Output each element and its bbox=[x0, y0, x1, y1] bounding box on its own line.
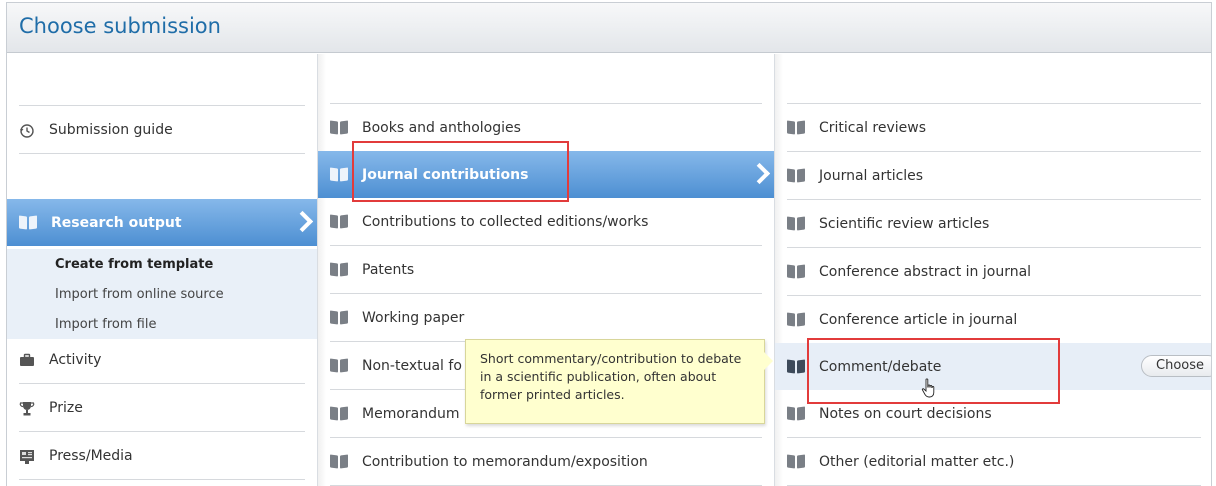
list-item[interactable]: Working paper bbox=[330, 294, 762, 341]
book-icon bbox=[787, 169, 805, 182]
media-icon bbox=[19, 449, 35, 464]
book-icon bbox=[787, 407, 805, 420]
list-item[interactable]: Scientific review articles bbox=[787, 200, 1201, 247]
list-item-label: Scientific review articles bbox=[819, 215, 990, 232]
divider bbox=[19, 153, 305, 154]
list-item-label: Contribution to memorandum/exposition bbox=[362, 453, 648, 470]
list-item-label: Conference abstract in journal bbox=[819, 263, 1032, 280]
list-item-label: Other (editorial matter etc.) bbox=[819, 453, 1015, 470]
list-item[interactable]: Conference article in journal bbox=[787, 296, 1201, 343]
choose-button[interactable]: Choose bbox=[1141, 355, 1211, 377]
list-item[interactable]: Critical reviews bbox=[787, 104, 1201, 151]
subtype-column: Critical reviews Journal articles Scient… bbox=[774, 54, 1211, 486]
press-media-item[interactable]: Press/Media bbox=[19, 432, 305, 479]
list-item-label: Journal articles bbox=[819, 167, 924, 184]
list-item[interactable]: Journal articles bbox=[787, 152, 1201, 199]
book-icon bbox=[330, 311, 348, 324]
briefcase-icon bbox=[19, 353, 35, 367]
book-icon bbox=[787, 217, 805, 230]
submission-guide-label: Submission guide bbox=[49, 121, 173, 138]
research-output-item[interactable]: Research output bbox=[7, 199, 317, 246]
book-icon bbox=[330, 407, 348, 420]
list-item-label: Contributions to collected editions/work… bbox=[362, 213, 649, 230]
list-item[interactable]: Contribution to memorandum/exposition bbox=[330, 438, 762, 485]
trophy-icon bbox=[19, 401, 35, 415]
list-item-label: Conference article in journal bbox=[819, 311, 1018, 328]
book-icon bbox=[330, 121, 348, 134]
submission-guide-item[interactable]: Submission guide bbox=[19, 106, 305, 153]
history-icon bbox=[19, 123, 35, 138]
hand-cursor-icon bbox=[921, 378, 935, 398]
divider bbox=[19, 479, 305, 480]
list-item[interactable]: Patents bbox=[330, 246, 762, 293]
list-item-label: Books and anthologies bbox=[362, 119, 521, 136]
list-item-label: Non-textual fo bbox=[362, 357, 462, 374]
book-icon bbox=[19, 216, 37, 229]
book-icon bbox=[787, 313, 805, 326]
list-item-label: Patents bbox=[362, 261, 415, 278]
list-item[interactable]: Contributions to collected editions/work… bbox=[330, 198, 762, 245]
list-item-label: Working paper bbox=[362, 309, 465, 326]
list-item[interactable]: Conference abstract in journal bbox=[787, 248, 1201, 295]
tooltip: Short commentary/contribution to debate … bbox=[465, 339, 773, 424]
book-icon bbox=[787, 121, 805, 134]
import-from-file-item[interactable]: Import from file bbox=[7, 309, 317, 339]
book-icon bbox=[330, 263, 348, 276]
prize-item[interactable]: Prize bbox=[19, 384, 305, 431]
book-icon bbox=[330, 455, 348, 468]
create-from-template-item[interactable]: Create from template bbox=[7, 249, 317, 279]
list-item-label: Critical reviews bbox=[819, 119, 927, 136]
book-icon bbox=[330, 215, 348, 228]
chevron-right-icon bbox=[295, 210, 309, 232]
book-icon bbox=[787, 265, 805, 278]
import-from-online-source-item[interactable]: Import from online source bbox=[7, 279, 317, 309]
prize-label: Prize bbox=[49, 399, 83, 416]
highlight-box bbox=[352, 141, 569, 202]
title-bar: Choose submission bbox=[7, 3, 1211, 53]
book-icon bbox=[787, 360, 805, 373]
list-item[interactable]: Other (editorial matter etc.) bbox=[787, 438, 1201, 485]
window-title: Choose submission bbox=[19, 14, 221, 38]
category-column: Submission guide Research output Create … bbox=[7, 54, 317, 486]
research-output-label: Research output bbox=[51, 214, 182, 231]
activity-item[interactable]: Activity bbox=[19, 336, 305, 383]
book-icon bbox=[330, 168, 348, 181]
list-item-label: Notes on court decisions bbox=[819, 405, 992, 422]
press-media-label: Press/Media bbox=[49, 447, 133, 464]
book-icon bbox=[330, 359, 348, 372]
chevron-right-icon bbox=[752, 162, 766, 184]
book-icon bbox=[787, 455, 805, 468]
list-item-label: Memorandum bbox=[362, 405, 460, 422]
activity-label: Activity bbox=[49, 351, 102, 368]
